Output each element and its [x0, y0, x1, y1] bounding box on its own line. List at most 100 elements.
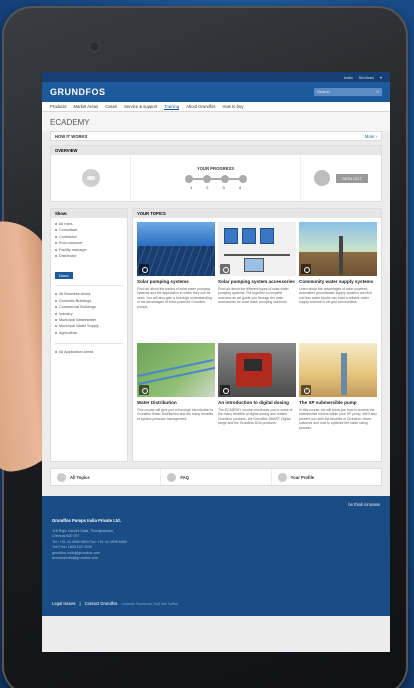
topic-card[interactable]: The SP submersible pump In this course, … — [299, 343, 377, 461]
play-icon[interactable] — [139, 264, 149, 274]
play-icon[interactable] — [220, 385, 230, 395]
filter-item[interactable]: Commercial Buildings — [55, 305, 123, 309]
solar-module-image — [260, 228, 274, 244]
search-placeholder: Search — [317, 89, 330, 94]
topic-thumbnail-distribution[interactable] — [137, 343, 215, 397]
filter-item[interactable]: All Business Areas — [55, 292, 123, 296]
play-icon[interactable] — [220, 264, 230, 274]
topic-title[interactable]: Solar pumping systems — [137, 279, 215, 285]
topic-thumbnail-solar[interactable] — [137, 222, 215, 276]
filter-item[interactable]: Industry — [55, 312, 123, 316]
nav-item-products[interactable]: Products — [50, 104, 67, 109]
sign-out-button[interactable]: SIGN OUT — [336, 173, 368, 183]
legal-issues-link[interactable]: Legal Issues — [52, 601, 76, 606]
how-it-works-bar[interactable]: HOW IT WORKS More › — [50, 131, 382, 141]
application-area-list: All Application Areas — [51, 346, 127, 360]
filter-item[interactable]: Agriculture — [55, 331, 123, 335]
topic-description: The ECADEMY course introduces you to som… — [218, 407, 293, 426]
profile-cell: SIGN OUT — [301, 155, 381, 201]
progress-step-labels: 1 2 3 4 — [190, 185, 241, 190]
topic-card[interactable]: Water Distribution This course will give… — [137, 343, 215, 461]
topic-thumbnail-community[interactable] — [299, 222, 377, 276]
nav-item-service-support[interactable]: Service & support — [124, 104, 157, 109]
filter-label: Commercial Buildings — [59, 305, 96, 310]
topics-icon — [57, 472, 66, 482]
filter-item[interactable]: Municipal Wastewater — [55, 318, 123, 322]
topic-thumbnail-submersible[interactable] — [299, 343, 377, 397]
more-link[interactable]: More › — [365, 134, 377, 139]
grundfos-logo[interactable]: GRUNDFOS — [50, 87, 106, 97]
topic-card[interactable]: Solar pumping system accessories Find ou… — [218, 222, 296, 340]
avatar — [314, 170, 331, 186]
solar-module-image — [242, 228, 256, 244]
topic-description: This course will give you a thorough int… — [137, 407, 214, 421]
all-topics-link[interactable]: All Topics — [51, 469, 162, 485]
brand-bar: GRUNDFOS Search ⌕ — [42, 82, 390, 102]
search-icon[interactable]: ⌕ — [376, 88, 379, 96]
business-area-list: All Business Areas Domestic Buildings Co… — [51, 288, 127, 341]
radio-icon — [55, 318, 57, 321]
main-nav: Products Market Areas Cases Service & su… — [42, 102, 390, 112]
browser-screen: India Services ▾ GRUNDFOS Search ⌕ Produ… — [42, 72, 390, 652]
step-label: 2 — [206, 185, 209, 190]
done-button[interactable]: Done — [55, 272, 73, 280]
filter-item[interactable]: All Application Areas — [55, 350, 123, 354]
filter-item[interactable]: End-customer — [55, 241, 123, 245]
top-link-services[interactable]: Services — [359, 75, 374, 80]
progress-step-dot — [220, 175, 229, 183]
filter-item[interactable]: All roles — [55, 222, 123, 226]
search-input[interactable]: Search ⌕ — [314, 88, 382, 96]
radio-icon — [55, 229, 57, 232]
radio-icon — [55, 299, 57, 302]
topic-card[interactable]: Solar pumping systems Find out about the… — [137, 222, 215, 340]
contact-link[interactable]: Contact Grundfos — [85, 601, 118, 606]
badge-icon — [81, 169, 100, 187]
topic-card[interactable]: An introduction to digital dosing The EC… — [218, 343, 296, 461]
play-icon[interactable] — [139, 385, 149, 395]
filter-item[interactable]: Contractor — [55, 235, 123, 239]
filter-item[interactable]: Municipal Water Supply — [55, 324, 123, 328]
topic-card[interactable]: Community water supply systems Learn abo… — [299, 222, 377, 340]
your-profile-link[interactable]: Your Profile — [272, 469, 381, 485]
link-label: All Topics — [70, 474, 90, 480]
topic-title[interactable]: The SP submersible pump — [299, 400, 377, 406]
nav-item-about[interactable]: About Grundfos — [186, 104, 215, 109]
faq-link[interactable]: FAQ — [161, 469, 272, 485]
nav-item-cases[interactable]: Cases — [105, 104, 117, 109]
play-icon[interactable] — [301, 385, 311, 395]
step-label: 3 — [222, 185, 225, 190]
top-link-country[interactable]: India — [344, 75, 353, 80]
progress-connector — [192, 178, 203, 180]
nav-item-how-to-buy[interactable]: How to buy — [222, 104, 243, 109]
role-filter-list: All roles Consultant Contractor End-cust… — [51, 218, 127, 264]
nav-item-market-areas[interactable]: Market Areas — [74, 104, 99, 109]
nav-item-training[interactable]: Training — [164, 104, 180, 110]
filter-label: All Business Areas — [59, 292, 91, 297]
topic-title[interactable]: Community water supply systems — [299, 279, 377, 285]
topic-thumbnail-dosing[interactable] — [218, 343, 296, 397]
bottom-links: All Topics FAQ Your Profile — [50, 468, 382, 486]
filter-item[interactable]: Consultant — [55, 228, 123, 232]
progress-connector — [228, 178, 239, 180]
topic-title[interactable]: Water Distribution — [137, 400, 215, 406]
profile-icon — [277, 472, 287, 482]
play-icon[interactable] — [301, 264, 311, 274]
company-address: 118 Rajiv Gandhi Salai, Thoraipakkam, Ch… — [52, 529, 127, 560]
progress-steps — [184, 175, 247, 183]
tagline: be think innovate — [348, 502, 380, 507]
filter-item[interactable]: Facility manager — [55, 248, 123, 252]
filter-label: Municipal Wastewater — [59, 317, 96, 322]
filter-item[interactable]: Distributor — [55, 254, 123, 258]
tank-image — [244, 258, 264, 272]
borehole-image — [341, 353, 347, 395]
topics-title: YOUR TOPICS — [133, 209, 381, 218]
divider — [55, 343, 123, 345]
topic-title[interactable]: An introduction to digital dosing — [218, 400, 296, 406]
filter-item[interactable]: Domestic Buildings — [55, 299, 123, 303]
user-menu-icon[interactable]: ▾ — [380, 75, 382, 80]
topic-thumbnail-accessories[interactable] — [218, 222, 296, 276]
social-links[interactable]: LinkedIn Facebook YouTube Twitter — [121, 602, 178, 606]
progress-connector — [210, 178, 221, 180]
topic-title[interactable]: Solar pumping system accessories — [218, 279, 296, 285]
main-content: Show: All roles Consultant Contractor En… — [50, 208, 382, 462]
